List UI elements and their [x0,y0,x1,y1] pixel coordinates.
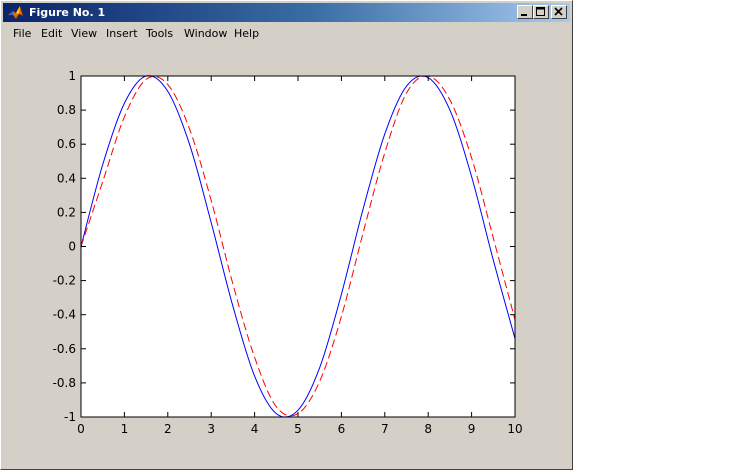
y-tick-label: 0.2 [57,205,76,219]
plot-axes-background [81,76,515,417]
figure-canvas: 0 1 2 3 4 5 6 7 8 9 10 -1 -0.8 -0.6 -0.4 -0.2 0 0.2 0.4 0.6… [53,69,523,436]
x-tick-label: 6 [338,422,346,436]
x-tick-label: 7 [381,422,389,436]
y-tick-label: -0.4 [53,308,76,322]
x-tick-label: 8 [424,422,432,436]
y-tick-label: 0.6 [57,137,76,151]
x-tick-label: 3 [207,422,215,436]
x-tick-label: 2 [164,422,172,436]
y-tick-label: 1 [68,69,76,83]
y-tick-label: 0.8 [57,103,76,117]
x-tick-label: 4 [251,422,259,436]
x-tick-label: 1 [121,422,129,436]
figure-window: Figure No. 1 File Edit View Insert Tools… [0,0,573,470]
x-tick-label: 9 [468,422,476,436]
y-tick-label: -1 [64,410,76,424]
x-tick-label: 10 [507,422,522,436]
y-tick-label: -0.6 [53,342,76,356]
y-tick-label: 0 [68,240,76,254]
y-tick-label: 0.4 [57,171,76,185]
y-tick-label: -0.2 [53,274,76,288]
x-tick-label: 5 [294,422,302,436]
y-tick-label: -0.8 [53,376,76,390]
x-tick-label: 0 [77,422,85,436]
